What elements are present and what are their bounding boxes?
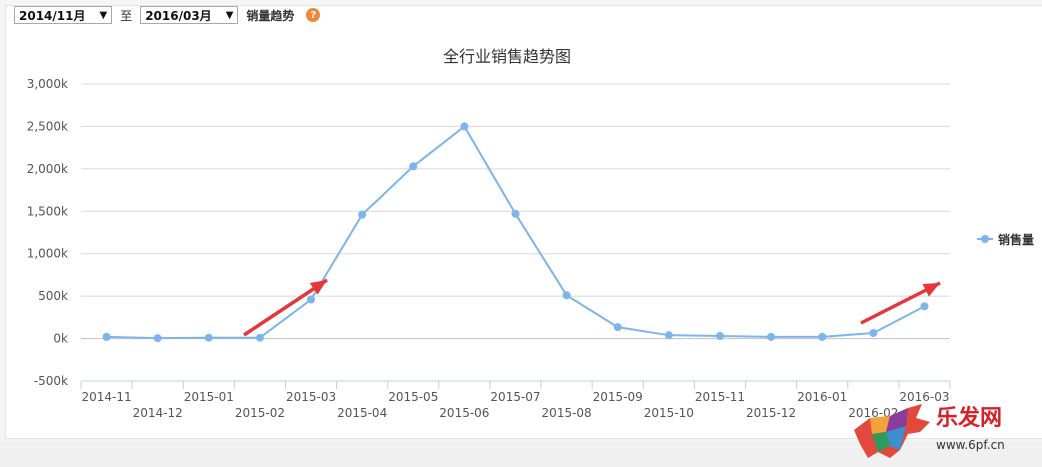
watermark-url: www.6pf.cn xyxy=(936,438,1005,452)
x-tick-label: 2015-05 xyxy=(388,390,438,404)
x-tick-label: 2015-09 xyxy=(593,390,643,404)
series-line xyxy=(106,124,925,340)
x-tick-label: 2015-02 xyxy=(235,406,285,420)
red-arrow xyxy=(243,278,328,337)
x-tick-label: 2015-01 xyxy=(184,390,234,404)
sales-trend-chart: 全行业销售趋势图 -500k 0k 500k 1,000k 1,500k 2,000k 2,… xyxy=(27,47,1034,420)
x-tick-label: 2015-03 xyxy=(286,390,336,404)
x-tick-label: 2015-10 xyxy=(644,406,694,420)
legend-label: 销售量 xyxy=(998,232,1034,247)
y-tick-label: 1,000k xyxy=(27,247,68,261)
y-tick-label: 1,500k xyxy=(27,204,68,218)
x-tick-label: 2015-12 xyxy=(746,406,796,420)
y-tick-label: -500k xyxy=(34,374,68,388)
annotation-arrows xyxy=(243,278,941,337)
legend[interactable]: 销售量 xyxy=(977,232,1034,247)
bull-logo-icon xyxy=(854,404,930,458)
x-tick-label: 2016-01 xyxy=(797,390,847,404)
x-tick-label: 2015-07 xyxy=(490,390,540,404)
site-watermark: 乐发网 www.6pf.cn xyxy=(850,400,1042,462)
y-tick-label: 500k xyxy=(38,289,68,303)
x-axis: 2014-112014-122015-012015-022015-032015-… xyxy=(80,380,951,420)
data-point xyxy=(562,291,571,300)
legend-marker xyxy=(981,235,989,243)
data-point xyxy=(153,334,162,343)
x-tick-label: 2014-11 xyxy=(81,390,131,404)
data-point xyxy=(613,323,622,332)
y-tick-label: 0k xyxy=(53,332,68,346)
data-point xyxy=(102,332,111,341)
data-point xyxy=(358,210,367,219)
y-tick-label: 2,500k xyxy=(27,119,68,133)
arrow-head xyxy=(309,280,327,295)
data-point xyxy=(204,333,213,342)
data-point xyxy=(920,302,929,311)
data-point xyxy=(511,209,520,218)
data-point xyxy=(869,329,878,338)
series-points xyxy=(102,122,929,343)
data-point xyxy=(818,332,827,341)
x-tick-label: 2015-06 xyxy=(439,406,489,420)
red-arrow xyxy=(860,281,941,325)
x-tick-label: 2015-04 xyxy=(337,406,387,420)
data-point xyxy=(715,332,724,341)
watermark-text: 乐发网 xyxy=(936,405,1003,431)
x-tick-label: 2014-12 xyxy=(133,406,183,420)
x-tick-label: 2015-11 xyxy=(695,390,745,404)
y-axis: -500k 0k 500k 1,000k 1,500k 2,000k 2,500k 3,000… xyxy=(27,77,68,388)
y-tick-label: 2,000k xyxy=(27,162,68,176)
data-point xyxy=(409,162,418,171)
chart-title: 全行业销售趋势图 xyxy=(443,47,571,66)
x-tick-label: 2015-08 xyxy=(542,406,592,420)
data-point xyxy=(767,332,776,341)
data-point xyxy=(255,333,264,342)
data-point xyxy=(307,295,316,304)
data-point xyxy=(460,122,469,131)
data-point xyxy=(664,331,673,340)
y-tick-label: 3,000k xyxy=(27,77,68,91)
